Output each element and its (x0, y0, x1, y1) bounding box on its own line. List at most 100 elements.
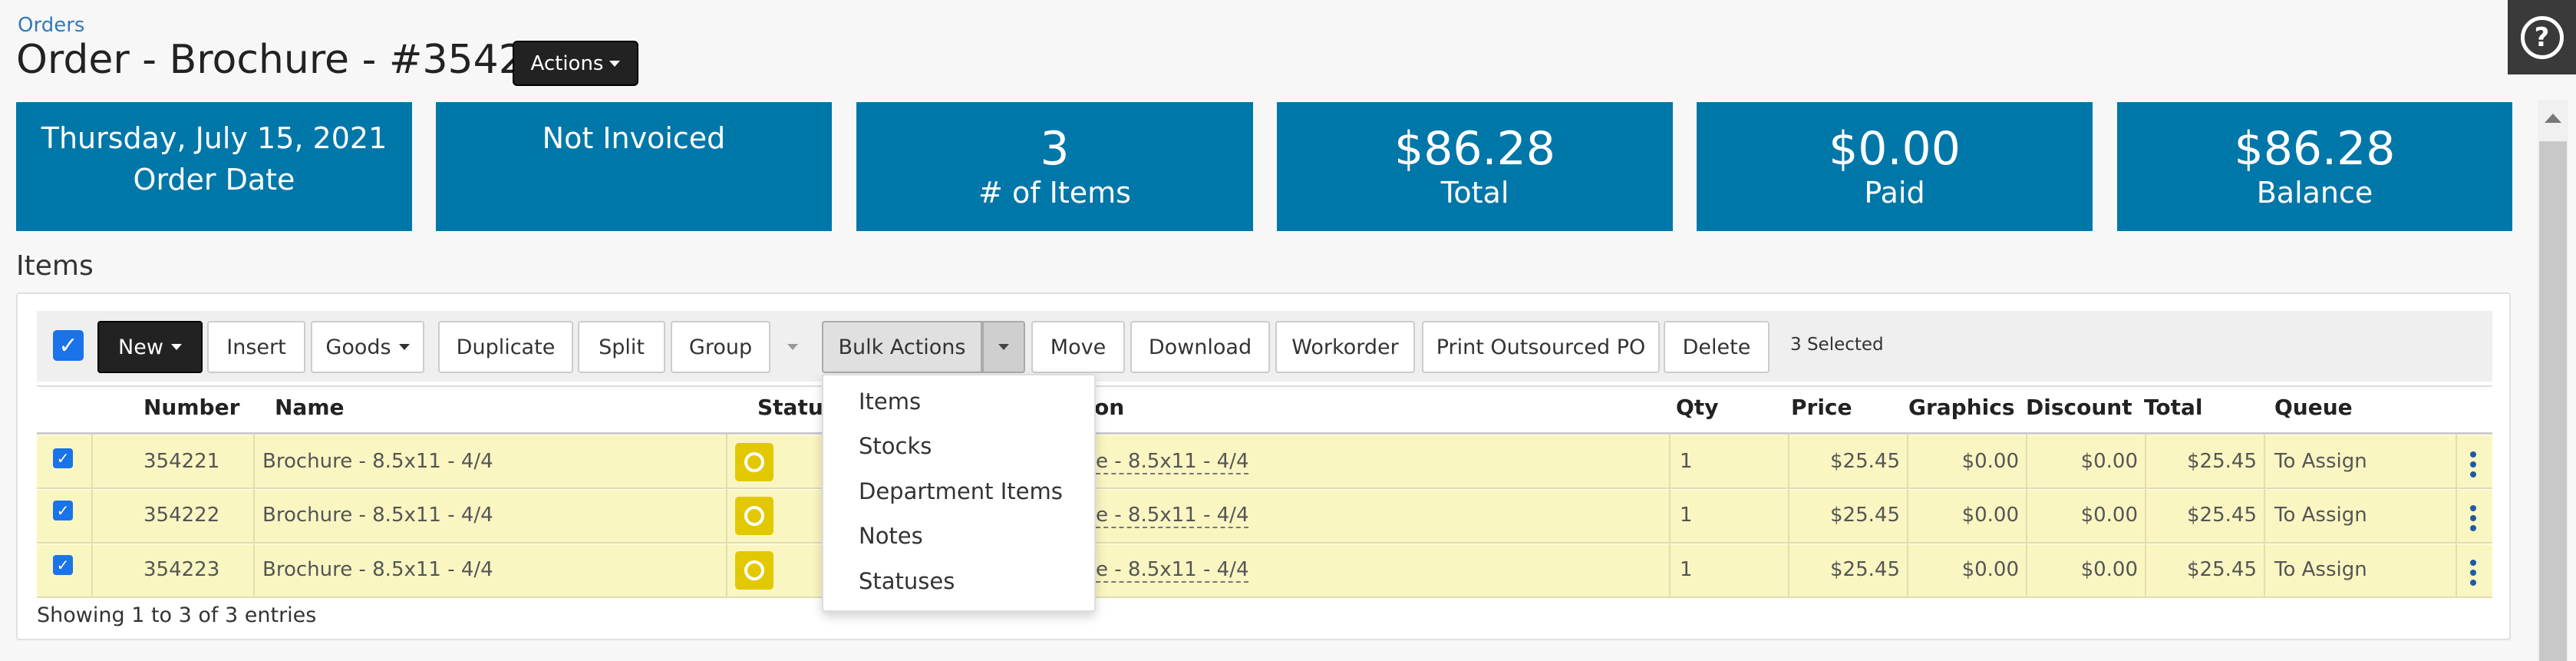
item-name: Brochure - 8.5x11 - 4/4 (262, 450, 493, 473)
caret-down-icon (170, 344, 182, 350)
description-text: e - 8.5x11 - 4/4 (1096, 450, 1249, 474)
split-button[interactable]: Split (578, 321, 665, 373)
actions-label: Actions (530, 51, 604, 75)
menu-item-items[interactable]: Items (859, 388, 921, 415)
kebab-vertical-icon[interactable] (2470, 560, 2476, 586)
row-checkbox[interactable]: ✓ (53, 501, 73, 521)
item-count-value: 3 (1040, 122, 1070, 176)
item-qty: 1 (1680, 558, 1693, 581)
item-queue: To Assign (2274, 450, 2367, 473)
scrollbar-thumb[interactable] (2539, 141, 2567, 661)
row-checkbox[interactable]: ✓ (53, 448, 73, 468)
status-button[interactable] (735, 443, 773, 481)
insert-button[interactable]: Insert (207, 321, 305, 373)
description-text: e - 8.5x11 - 4/4 (1096, 504, 1249, 528)
table-info-footer: Showing 1 to 3 of 3 entries (37, 603, 317, 627)
column-header-number[interactable]: Number (143, 395, 239, 420)
total-value: $86.28 (1394, 122, 1555, 176)
page-title: Order - Brochure - #35422 (16, 37, 549, 83)
column-header-graphics[interactable]: Graphics (1908, 395, 2015, 420)
column-header-total[interactable]: Total (2144, 395, 2203, 420)
status-button[interactable] (735, 551, 773, 590)
order-date-value: Thursday, July 15, 2021 (41, 121, 388, 155)
breadcrumb-orders[interactable]: Orders (18, 14, 84, 37)
group-dropdown-toggle[interactable] (775, 321, 810, 373)
paid-label: Paid (1864, 176, 1925, 210)
delete-button[interactable]: Delete (1664, 321, 1770, 373)
invoice-status-value: Not Invoiced (542, 121, 726, 155)
item-name: Brochure - 8.5x11 - 4/4 (262, 504, 493, 527)
item-queue: To Assign (2274, 558, 2367, 581)
item-description-link[interactable]: e - 8.5x11 - 4/4 (1096, 504, 1249, 528)
workorder-button[interactable]: Workorder (1275, 321, 1415, 373)
print-outsourced-po-label: Print Outsourced PO (1436, 335, 1646, 359)
caret-down-icon (398, 344, 410, 350)
item-graphics: $0.00 (1961, 450, 2019, 473)
column-header-price[interactable]: Price (1791, 395, 1852, 420)
item-price: $25.45 (1830, 504, 1900, 527)
move-button[interactable]: Move (1031, 321, 1125, 373)
item-description-link[interactable]: e - 8.5x11 - 4/4 (1096, 558, 1249, 583)
status-button[interactable] (735, 497, 773, 535)
description-text: e - 8.5x11 - 4/4 (1096, 558, 1249, 583)
bulk-actions-dropdown-toggle[interactable] (982, 321, 1025, 373)
item-total: $25.45 (2187, 450, 2257, 473)
column-header-discount[interactable]: Discount (2026, 395, 2132, 420)
help-button[interactable]: ? (2508, 0, 2576, 74)
item-number: 354222 (143, 504, 220, 527)
column-divider (1669, 435, 1671, 597)
item-price: $25.45 (1830, 450, 1900, 473)
menu-item-department-items[interactable]: Department Items (859, 478, 1063, 504)
card-balance: $86.28 Balance (2117, 102, 2512, 231)
column-divider (1788, 435, 1789, 597)
balance-label: Balance (2256, 176, 2373, 210)
item-description-link[interactable]: e - 8.5x11 - 4/4 (1096, 450, 1249, 474)
order-date-label: Order Date (133, 163, 295, 197)
circle-status-icon (744, 506, 764, 526)
card-item-count: 3 # of Items (856, 102, 1253, 231)
column-header-qty[interactable]: Qty (1676, 395, 1718, 420)
menu-item-stocks[interactable]: Stocks (859, 433, 932, 459)
select-all-checkbox[interactable]: ✓ (53, 330, 84, 361)
card-invoice-status: Not Invoiced (436, 102, 832, 231)
split-label: Split (599, 335, 645, 359)
item-price: $25.45 (1830, 558, 1900, 581)
download-label: Download (1148, 335, 1252, 359)
column-divider (253, 435, 255, 597)
goods-button[interactable]: Goods (311, 321, 424, 373)
duplicate-button[interactable]: Duplicate (438, 321, 573, 373)
items-section-title: Items (16, 250, 94, 282)
column-divider (2456, 435, 2457, 597)
new-label: New (118, 335, 163, 359)
column-divider (1907, 435, 1908, 597)
download-button[interactable]: Download (1130, 321, 1270, 373)
item-total: $25.45 (2187, 558, 2257, 581)
kebab-vertical-icon[interactable] (2470, 451, 2476, 478)
actions-dropdown-button[interactable]: Actions (513, 41, 638, 86)
column-header-name[interactable]: Name (275, 395, 345, 420)
column-divider (726, 435, 727, 597)
print-outsourced-po-button[interactable]: Print Outsourced PO (1422, 321, 1660, 373)
row-checkbox[interactable]: ✓ (53, 555, 73, 575)
item-number: 354223 (143, 558, 220, 581)
goods-label: Goods (325, 335, 391, 359)
card-total: $86.28 Total (1277, 102, 1673, 231)
kebab-vertical-icon[interactable] (2470, 505, 2476, 531)
item-number: 354221 (143, 450, 220, 473)
group-button[interactable]: Group (671, 321, 770, 373)
menu-item-statuses[interactable]: Statuses (859, 568, 955, 594)
scroll-up-arrow-icon[interactable] (2545, 114, 2561, 123)
item-qty: 1 (1680, 450, 1693, 473)
caret-down-icon (998, 344, 1009, 350)
column-divider (2264, 435, 2265, 597)
new-button[interactable]: New (97, 321, 203, 373)
move-label: Move (1050, 335, 1107, 359)
selected-count: 3 Selected (1790, 335, 1884, 355)
column-header-queue[interactable]: Queue (2274, 395, 2353, 420)
delete-label: Delete (1682, 335, 1751, 359)
column-header-description[interactable]: on (1094, 395, 1124, 420)
menu-item-notes[interactable]: Notes (859, 523, 923, 549)
bulk-actions-button[interactable]: Bulk Actions (822, 321, 982, 373)
balance-value: $86.28 (2234, 122, 2396, 176)
circle-status-icon (744, 560, 764, 580)
